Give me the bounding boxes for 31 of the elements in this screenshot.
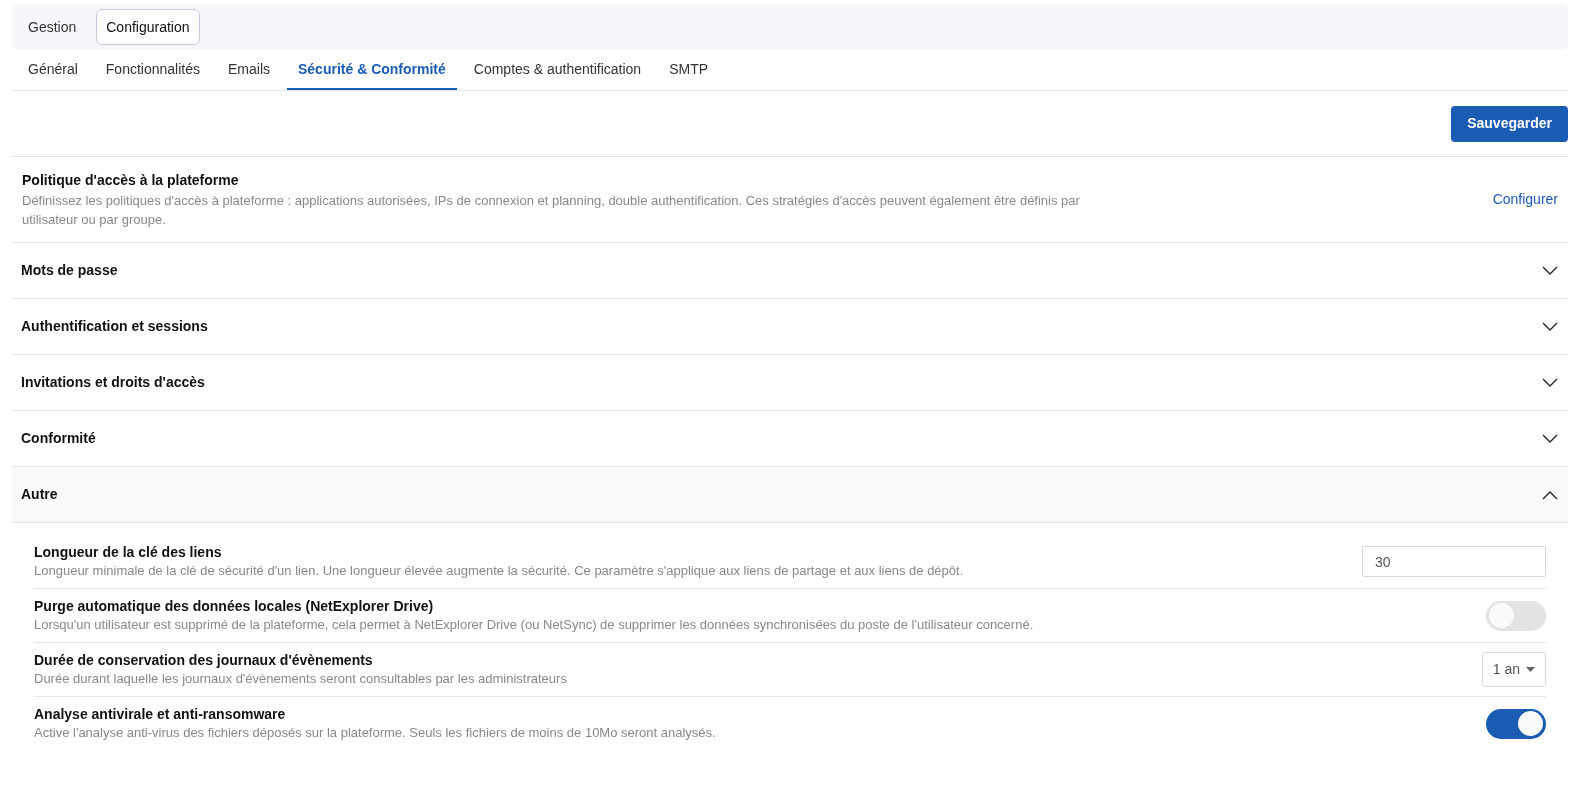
chevron-down-icon: [1542, 377, 1558, 388]
setting-description: Longueur minimale de la clé de sécurité d'un lien. Une longueur élevée augmente la sécurité. Ce paramètre s'applique aux liens de partage et aux liens de dépôt.: [34, 562, 965, 580]
accordion-header[interactable]: Autre: [12, 467, 1568, 523]
setting-title: Longueur de la clé des liens: [34, 543, 223, 562]
chevron-down-icon: [1542, 321, 1558, 332]
settings-tab[interactable]: Fonctionnalités: [94, 50, 211, 90]
setting-description: Durée durant laquelle les journaux d'évènements seront consultables par les administrateurs: [34, 670, 568, 688]
settings-tab[interactable]: Emails: [217, 50, 281, 90]
settings-tab[interactable]: Général: [17, 50, 89, 90]
chevron-up-icon: [1542, 489, 1558, 500]
nav-tab[interactable]: Gestion: [18, 9, 87, 45]
settings-tab[interactable]: SMTP: [658, 50, 720, 90]
caret-down-icon: [1526, 667, 1535, 672]
section-title: Politique d'accès à la plateforme: [22, 171, 240, 190]
configure-link[interactable]: Configurer: [1492, 189, 1558, 210]
setting-description: Lorsqu'un utilisateur est supprimé de la plateforme, cela permet à NetExplorer Drive (ou NetSync) de supprimer les données synchronisées du poste de l'utilisateur concerné.: [34, 616, 1035, 634]
toggle-switch[interactable]: [1486, 708, 1546, 739]
settings-tab[interactable]: Comptes & authentification: [462, 50, 653, 90]
setting-title: Purge automatique des données locales (NetExplorer Drive): [34, 597, 435, 616]
settings-tab[interactable]: Sécurité & Conformité: [287, 50, 457, 90]
setting-description: Active l'analyse anti-virus des fichiers déposés sur la plateforme. Seuls les fichiers de moins de 10Mo seront analysés.: [34, 724, 717, 742]
nav-tab[interactable]: Configuration: [96, 9, 200, 45]
chevron-down-icon: [1542, 265, 1558, 276]
chevron-down-icon: [1542, 433, 1558, 444]
save-button[interactable]: Sauvegarder: [1451, 105, 1568, 142]
setting-title: Durée de conservation des journaux d'évènements: [34, 651, 374, 670]
text-field[interactable]: 30: [1362, 546, 1546, 577]
select-dropdown[interactable]: 1 an: [1481, 652, 1546, 687]
toggle-switch[interactable]: [1486, 600, 1546, 631]
setting-title: Analyse antivirale et anti-ransomware: [34, 705, 287, 724]
section-description: Définissez les politiques d'accès à plateforme : applications autorisées, IPs de connexion et planning, double authentification. Ces stratégies d'accès peuvent également être définis par utilisateur ou par groupe.: [22, 192, 1081, 229]
